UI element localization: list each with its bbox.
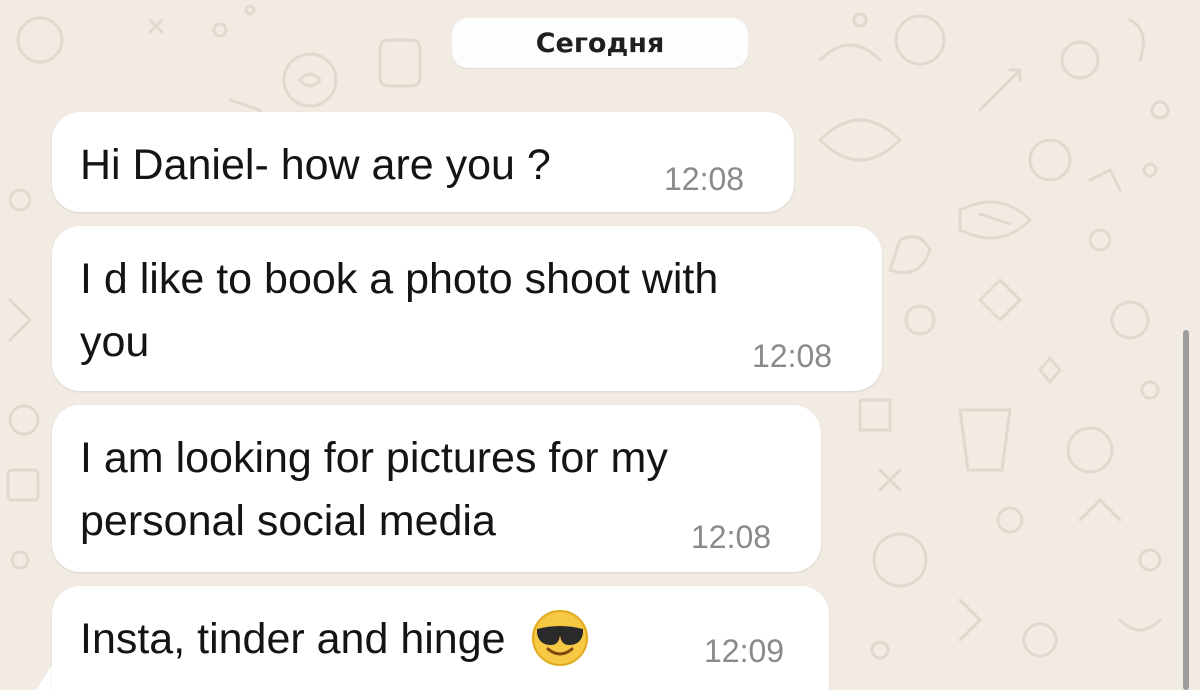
message-line: you xyxy=(80,318,150,366)
message-line: I d like to book a photo shoot with xyxy=(80,255,719,303)
message-line: Insta, tinder and hinge xyxy=(80,615,506,663)
message-text: Hi Daniel- how are you ? xyxy=(80,134,551,197)
message-text: Insta, tinder and hinge xyxy=(80,608,589,671)
date-separator: Сегодня xyxy=(452,18,748,68)
message-bubble[interactable]: Insta, tinder and hinge 12:09 xyxy=(52,586,829,690)
message-timestamp: 12:08 xyxy=(664,161,745,197)
message-timestamp: 12:08 xyxy=(752,338,833,374)
message-timestamp: 12:09 xyxy=(704,633,785,669)
message-line: Hi Daniel- how are you ? xyxy=(80,141,551,189)
message-bubble[interactable]: Hi Daniel- how are you ? 12:08 xyxy=(52,112,794,212)
message-bubble[interactable]: I am looking for pictures for my persona… xyxy=(52,405,821,572)
scrollbar[interactable] xyxy=(1183,330,1189,690)
message-line: personal social media xyxy=(80,497,496,545)
smiling-face-with-sunglasses-icon xyxy=(532,609,589,666)
message-text: I am looking for pictures for my persona… xyxy=(80,427,668,553)
message-text: I d like to book a photo shoot with you xyxy=(80,248,718,374)
message-timestamp: 12:08 xyxy=(691,519,772,555)
message-line: I am looking for pictures for my xyxy=(80,434,668,482)
message-bubble[interactable]: I d like to book a photo shoot with you … xyxy=(52,226,882,391)
